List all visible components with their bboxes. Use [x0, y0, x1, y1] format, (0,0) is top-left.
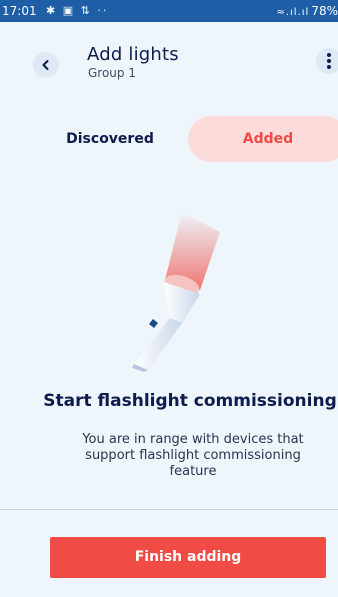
app-header: Add lights Group 1	[0, 22, 338, 92]
status-time: 17:01	[2, 4, 37, 18]
back-button[interactable]	[33, 52, 59, 78]
commissioning-headline: Start flashlight commissioning	[43, 391, 337, 411]
tab-added[interactable]: Added	[188, 116, 338, 162]
status-notification-icons: ✱ ▣ ⇅ ··	[46, 4, 109, 17]
status-bar: 17:01 ✱ ▣ ⇅ ·· ≈.ıl.ıl 78%	[0, 0, 338, 22]
commissioning-description: You are in range with devices that suppo…	[82, 432, 304, 479]
chevron-left-icon	[42, 60, 49, 70]
more-menu-button[interactable]	[316, 48, 338, 74]
footer-divider	[0, 509, 338, 510]
status-right: ≈.ıl.ıl 78%	[276, 0, 338, 24]
page-subtitle: Group 1	[88, 66, 136, 80]
tab-discovered[interactable]: Discovered	[40, 116, 180, 162]
signal-icon: ≈.ıl.ıl	[276, 7, 310, 18]
battery-level: 78%	[311, 4, 338, 18]
finish-adding-button[interactable]: Finish adding	[50, 537, 326, 578]
flashlight-icon	[132, 212, 220, 372]
page-title: Add lights	[87, 44, 179, 65]
